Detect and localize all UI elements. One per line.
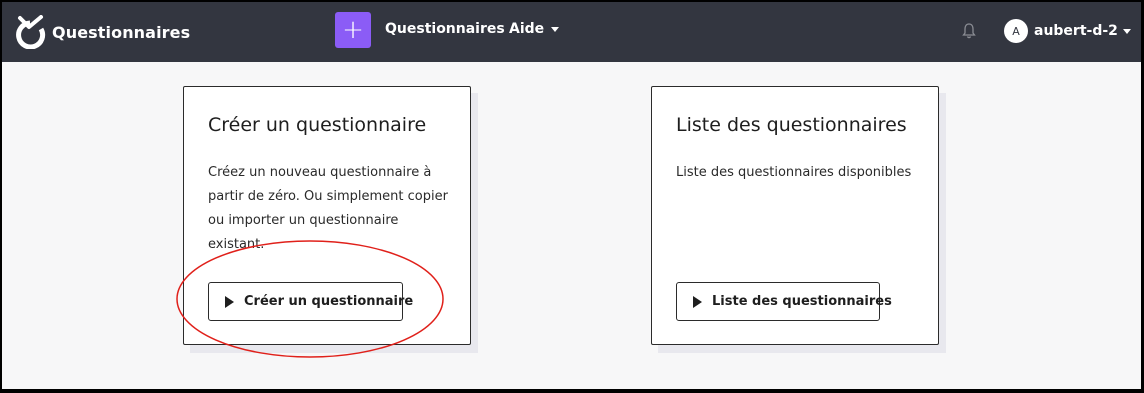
button-label: Liste des questionnaires — [712, 294, 892, 309]
user-name-dropdown: aubert-d-2 — [1034, 23, 1131, 39]
nav-aide-label: Aide — [509, 21, 545, 37]
brand-title: Questionnaires — [52, 22, 191, 42]
card-description: Créez un nouveau questionnaire à partir … — [208, 165, 448, 252]
app-frame: Questionnaires + Questionnaires Aide A a… — [2, 2, 1141, 389]
avatar: A — [1004, 19, 1028, 43]
plus-icon: + — [342, 15, 364, 45]
card-title: Créer un questionnaire — [208, 114, 427, 136]
create-questionnaire-button[interactable]: Créer un questionnaire — [208, 282, 413, 321]
new-questionnaire-button[interactable]: + — [335, 12, 371, 48]
user-menu[interactable]: A aubert-d-2 — [1004, 19, 1131, 43]
bell-icon — [962, 23, 976, 39]
logo-icon — [16, 15, 46, 49]
chevron-down-icon — [551, 26, 560, 32]
card-description: Liste des questionnaires disponibles — [676, 165, 912, 180]
play-icon — [693, 295, 702, 308]
play-icon — [225, 295, 234, 308]
brand[interactable]: Questionnaires — [14, 14, 190, 50]
card-create-questionnaire: Créer un questionnaire Créez un nouveau … — [183, 86, 471, 345]
list-questionnaires-button[interactable]: Liste des questionnaires — [676, 282, 892, 321]
top-navbar: Questionnaires + Questionnaires Aide A a… — [2, 2, 1141, 62]
card-title: Liste des questionnaires — [676, 114, 907, 136]
card-list-questionnaires: Liste des questionnaires Liste des quest… — [651, 86, 939, 345]
nav-dropdown-aide[interactable]: Aide — [509, 21, 560, 37]
chevron-down-icon — [1122, 28, 1131, 34]
user-name: aubert-d-2 — [1034, 23, 1118, 39]
nav-link-questionnaires[interactable]: Questionnaires — [385, 21, 505, 37]
button-label: Créer un questionnaire — [244, 294, 414, 309]
notifications-button[interactable] — [962, 23, 976, 43]
